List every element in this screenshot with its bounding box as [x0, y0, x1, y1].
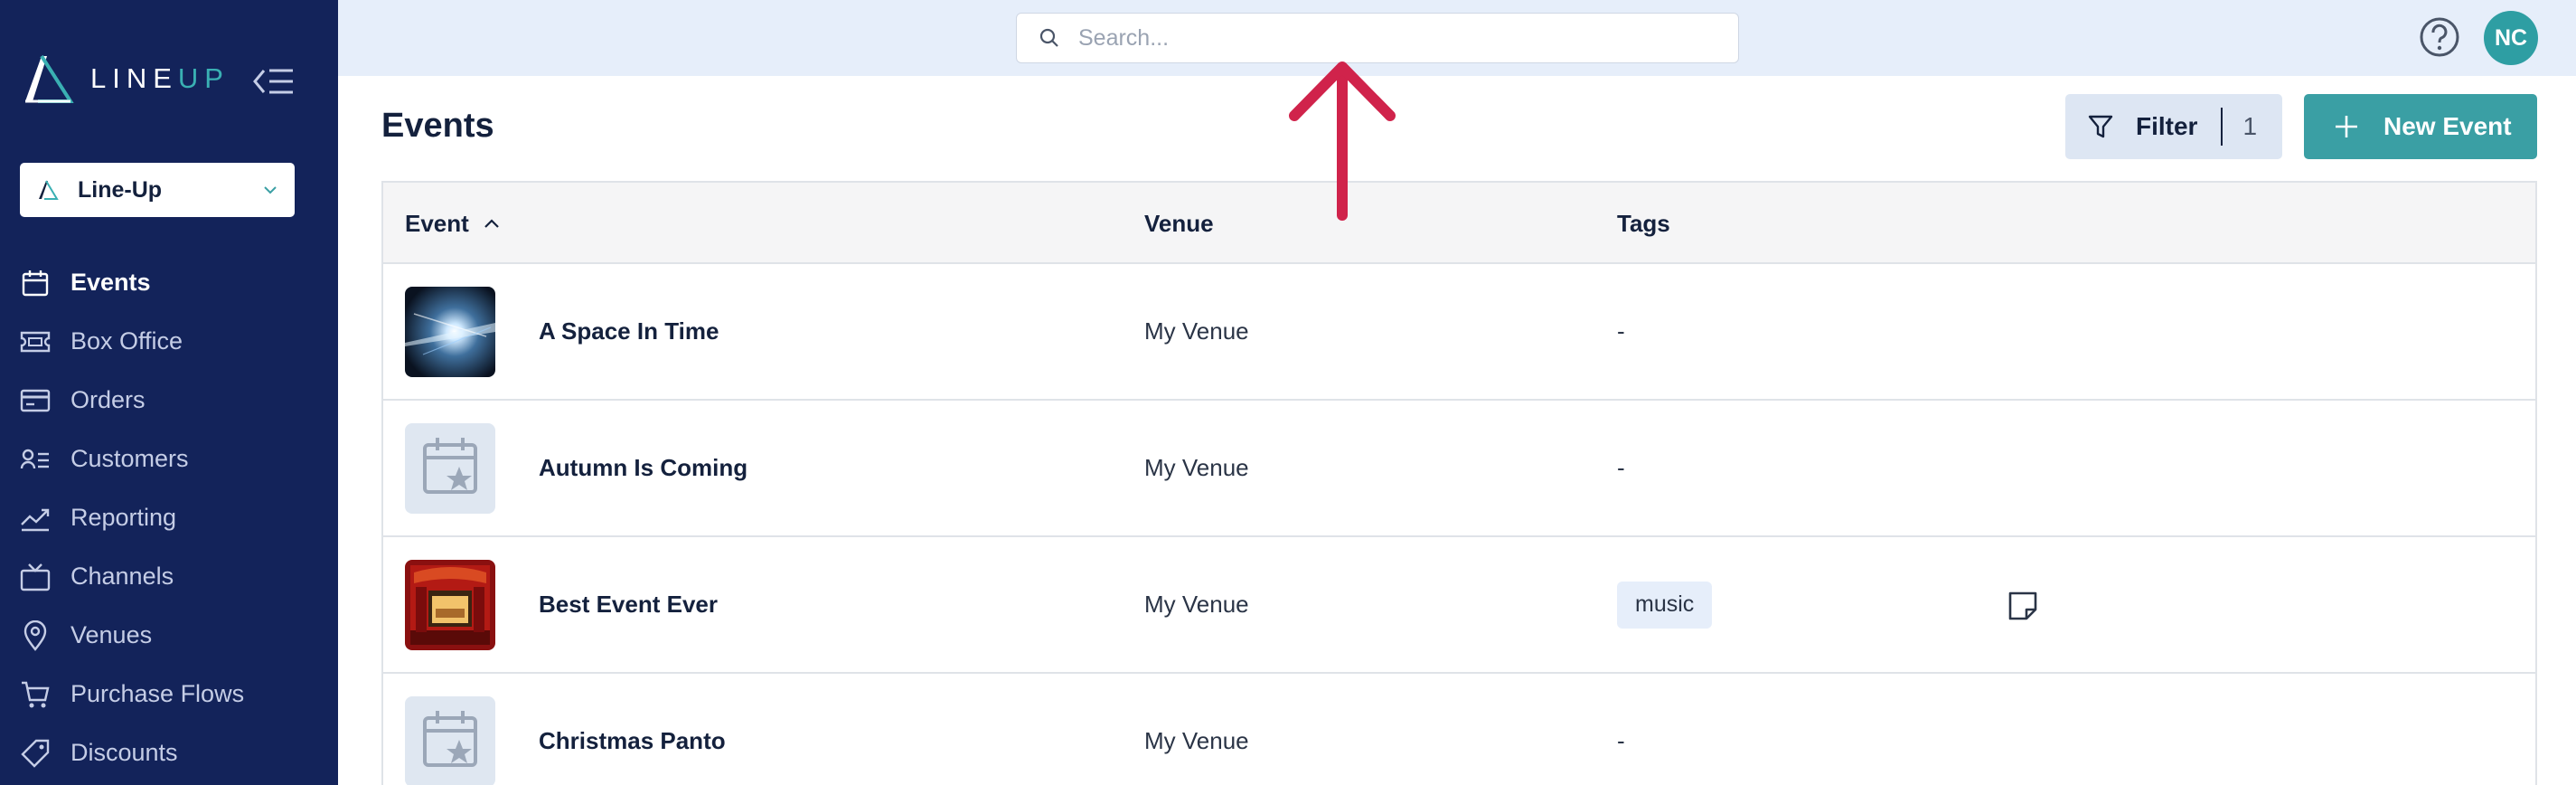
logo-text: LINEUP	[90, 62, 230, 94]
event-name[interactable]: Autumn Is Coming	[539, 401, 747, 535]
search-box[interactable]	[1016, 13, 1739, 63]
event-name[interactable]: Christmas Panto	[539, 674, 726, 785]
filter-button[interactable]: Filter 1	[2065, 94, 2282, 159]
sidebar-item-purchase-flows[interactable]: Purchase Flows	[0, 665, 338, 724]
sidebar-item-label: Discounts	[71, 739, 178, 766]
search-input[interactable]	[1078, 24, 1711, 52]
column-header-event[interactable]: Event	[405, 183, 502, 264]
organization-name: Line-Up	[78, 176, 163, 203]
event-venue: My Venue	[1144, 591, 1249, 618]
new-event-button[interactable]: New Event	[2304, 94, 2537, 159]
filter-divider	[2221, 108, 2223, 146]
ticket-icon	[20, 326, 51, 357]
sidebar-item-discounts[interactable]: Discounts	[0, 724, 338, 782]
event-thumbnail	[405, 287, 495, 377]
sidebar-item-label: Box Office	[71, 327, 183, 355]
sidebar-item-label: Channels	[71, 563, 174, 590]
sidebar-item-label: Reporting	[71, 504, 177, 531]
note-icon[interactable]	[2007, 590, 2039, 622]
lineup-logo[interactable]: LINEUP	[20, 52, 230, 105]
event-venue: My Venue	[1144, 454, 1249, 481]
org-logo-icon	[39, 180, 59, 200]
sidebar-item-channels[interactable]: Channels	[0, 547, 338, 606]
help-icon[interactable]	[2419, 16, 2460, 58]
sidebar-item-venues[interactable]: Venues	[0, 606, 338, 665]
sidebar-item-label: Orders	[71, 386, 146, 413]
calendar-icon	[20, 268, 51, 298]
table-row[interactable]: Autumn Is Coming My Venue -	[383, 401, 2535, 537]
collapse-sidebar-icon[interactable]	[251, 65, 296, 98]
table-row[interactable]: Best Event Ever My Venue music	[383, 537, 2535, 674]
sidebar-item-orders[interactable]: Orders	[0, 371, 338, 430]
event-tags: music	[1617, 537, 1713, 672]
tag-icon	[20, 738, 51, 769]
lineup-logo-icon	[25, 54, 74, 103]
filter-icon	[2088, 115, 2113, 138]
tv-icon	[20, 562, 51, 592]
event-venue: My Venue	[1144, 317, 1249, 345]
chevron-down-icon	[264, 186, 277, 194]
tag-badge: music	[1617, 581, 1713, 629]
table-header: Event Venue Tags	[383, 183, 2535, 264]
event-name[interactable]: A Space In Time	[539, 264, 719, 399]
new-event-label: New Event	[2383, 112, 2512, 140]
table-row[interactable]: Christmas Panto My Venue -	[383, 674, 2535, 785]
page-title: Events	[381, 107, 494, 145]
column-header-tags[interactable]: Tags	[1617, 183, 1670, 264]
event-tags: -	[1617, 727, 1625, 754]
calendar-star-icon	[423, 438, 477, 494]
top-bar: NC	[338, 0, 2576, 76]
sidebar-item-label: Customers	[71, 445, 189, 472]
event-tags: -	[1617, 317, 1625, 345]
event-name[interactable]: Best Event Ever	[539, 537, 718, 672]
card-icon	[20, 385, 51, 416]
filter-count: 1	[2242, 112, 2258, 140]
customers-icon	[20, 444, 51, 475]
event-thumbnail-placeholder	[405, 696, 495, 785]
organization-select[interactable]: Line-Up	[20, 163, 295, 217]
table-row[interactable]: A Space In Time My Venue -	[383, 264, 2535, 401]
sidebar-nav: Events Box Office Orders Customers Repor…	[0, 253, 338, 782]
sidebar-item-customers[interactable]: Customers	[0, 430, 338, 488]
calendar-star-icon	[423, 711, 477, 767]
cart-icon	[20, 679, 51, 710]
sort-ascending-icon	[484, 219, 499, 228]
sidebar-item-events[interactable]: Events	[0, 253, 338, 312]
sidebar-item-label: Events	[71, 269, 151, 296]
chart-icon	[20, 503, 51, 534]
user-avatar[interactable]: NC	[2484, 11, 2538, 65]
filter-label: Filter	[2136, 112, 2198, 140]
event-venue: My Venue	[1144, 727, 1249, 754]
plus-icon	[2336, 116, 2357, 137]
sidebar-item-reporting[interactable]: Reporting	[0, 488, 338, 547]
sidebar-item-label: Venues	[71, 621, 153, 648]
events-table: Event Venue Tags A Space In Time My Venu…	[381, 181, 2537, 785]
sidebar: LINEUP Line-Up Events Box Office Orders …	[0, 0, 338, 785]
location-pin-icon	[20, 619, 51, 651]
column-header-venue[interactable]: Venue	[1144, 183, 1214, 264]
event-thumbnail-placeholder	[405, 423, 495, 514]
event-thumbnail	[405, 560, 495, 650]
search-icon	[1039, 28, 1058, 47]
sidebar-item-box-office[interactable]: Box Office	[0, 312, 338, 371]
column-label: Event	[405, 209, 469, 237]
sidebar-item-label: Purchase Flows	[71, 680, 245, 707]
event-tags: -	[1617, 454, 1625, 481]
